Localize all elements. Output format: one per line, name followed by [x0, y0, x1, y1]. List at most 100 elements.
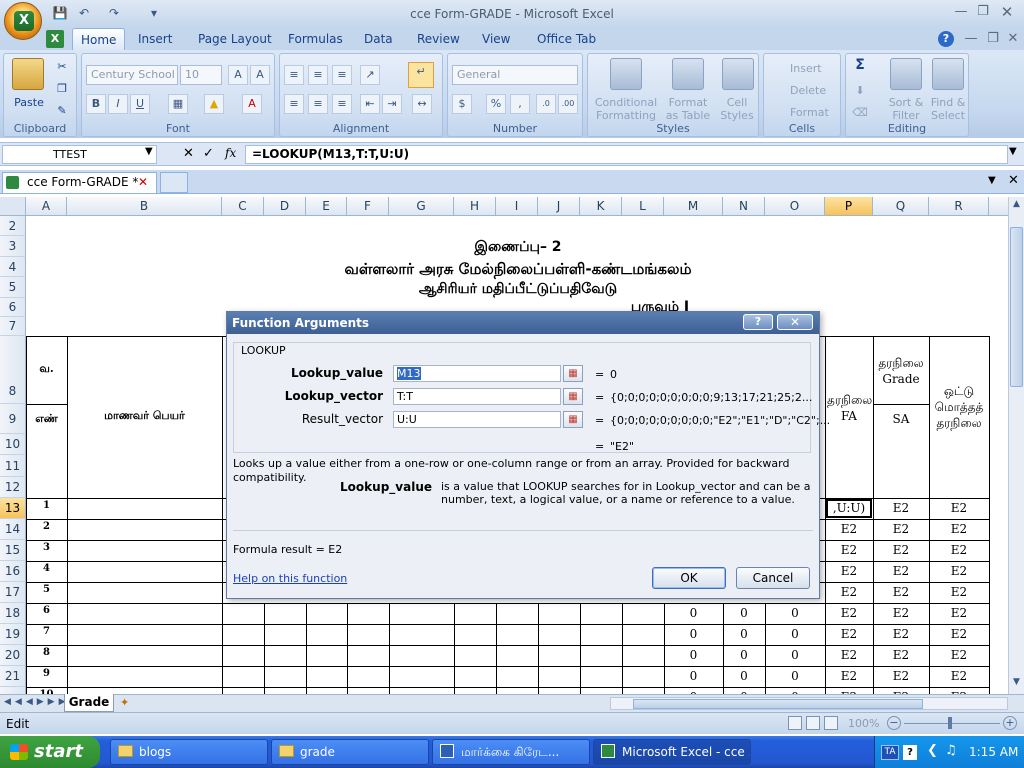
- decrease-decimal-icon[interactable]: .00: [558, 94, 578, 114]
- formula-input[interactable]: =LOOKUP(M13,T:T,U:U): [245, 145, 1008, 164]
- row-header[interactable]: 10: [0, 434, 26, 455]
- styles-label[interactable]: Styles: [714, 109, 760, 122]
- column-header[interactable]: A: [26, 197, 67, 216]
- serial-cell[interactable]: 6: [26, 605, 67, 616]
- taskbar-item-excel[interactable]: Microsoft Excel - cce ...: [593, 739, 751, 765]
- find-label[interactable]: Find &: [926, 96, 970, 109]
- column-header[interactable]: O: [765, 197, 825, 216]
- orientation-icon[interactable]: ↗: [360, 65, 380, 85]
- sa-grade-cell[interactable]: E2: [873, 501, 929, 515]
- find-select-icon[interactable]: [932, 58, 964, 90]
- total-n-cell[interactable]: 0: [723, 627, 765, 641]
- serial-cell[interactable]: 3: [26, 542, 67, 553]
- scroll-thumb[interactable]: [1010, 227, 1023, 387]
- active-cell-p13[interactable]: ,U:U): [826, 499, 872, 518]
- undo-icon[interactable]: ↶: [76, 5, 92, 21]
- number-format-select[interactable]: General: [452, 65, 578, 85]
- row-header[interactable]: 3: [0, 236, 26, 257]
- cell-styles-icon[interactable]: [722, 58, 754, 90]
- minimize-button[interactable]: —: [950, 4, 972, 20]
- serial-cell[interactable]: 1: [26, 500, 67, 511]
- taskbar-item-grade[interactable]: grade: [271, 739, 429, 765]
- column-header[interactable]: B: [67, 197, 222, 216]
- as-table-label[interactable]: as Table: [662, 109, 714, 122]
- serial-cell[interactable]: 7: [26, 626, 67, 637]
- total-m-cell[interactable]: 0: [664, 669, 723, 683]
- row-header[interactable]: 20: [0, 645, 26, 666]
- sa-grade-cell[interactable]: E2: [873, 522, 929, 536]
- total-n-cell[interactable]: 0: [723, 648, 765, 662]
- borders-icon[interactable]: ▦: [168, 94, 188, 114]
- sheet-tab-grade[interactable]: Grade: [64, 694, 114, 712]
- currency-icon[interactable]: $: [452, 94, 472, 114]
- fa-grade-cell[interactable]: E2: [825, 585, 873, 599]
- help-link[interactable]: Help on this function: [233, 572, 347, 585]
- overall-grade-cell[interactable]: E2: [929, 585, 989, 599]
- sa-grade-cell[interactable]: E2: [873, 543, 929, 557]
- row-header-selected[interactable]: 13: [0, 498, 26, 519]
- sa-grade-cell[interactable]: E2: [873, 648, 929, 662]
- overall-grade-cell[interactable]: E2: [929, 522, 989, 536]
- column-header[interactable]: I: [496, 197, 538, 216]
- restore-button[interactable]: ❐: [972, 4, 994, 20]
- sa-grade-cell[interactable]: E2: [873, 564, 929, 578]
- row-header[interactable]: 5: [0, 277, 26, 298]
- align-middle-icon[interactable]: ≡: [308, 65, 328, 85]
- paste-icon[interactable]: [12, 58, 44, 90]
- tab-home[interactable]: Home: [72, 28, 126, 50]
- total-m-cell[interactable]: 0: [664, 648, 723, 662]
- column-header[interactable]: L: [622, 197, 664, 216]
- help-icon[interactable]: ?: [938, 31, 954, 47]
- sort-label[interactable]: Sort &: [880, 96, 932, 109]
- copy-icon[interactable]: ❐: [54, 82, 70, 95]
- total-o-cell[interactable]: 0: [765, 606, 825, 620]
- name-box[interactable]: TTEST: [2, 145, 157, 164]
- cut-icon[interactable]: ✂: [54, 60, 70, 73]
- vertical-scrollbar[interactable]: ▲ ▼: [1008, 197, 1024, 694]
- overall-grade-cell[interactable]: E2: [929, 627, 989, 641]
- scroll-down-icon[interactable]: ▼: [1010, 677, 1023, 691]
- align-center-icon[interactable]: ≡: [308, 94, 328, 114]
- ok-button[interactable]: OK: [652, 567, 726, 589]
- confirm-edit-icon[interactable]: ✓: [203, 146, 214, 161]
- scroll-up-icon[interactable]: ▲: [1010, 199, 1023, 213]
- wrap-text-icon[interactable]: ↵: [408, 62, 434, 88]
- zoom-slider-thumb[interactable]: [948, 717, 952, 729]
- filter-label[interactable]: Filter: [880, 109, 932, 122]
- shrink-font-icon[interactable]: A: [250, 65, 270, 85]
- format-as-table-icon[interactable]: [672, 58, 704, 90]
- horizontal-scrollbar[interactable]: [610, 697, 1008, 710]
- column-header[interactable]: C: [222, 197, 264, 216]
- name-box-dropdown-icon[interactable]: ▼: [145, 146, 153, 157]
- range-picker-icon[interactable]: ▦: [563, 365, 583, 382]
- column-header[interactable]: D: [264, 197, 306, 216]
- serial-cell[interactable]: 9: [26, 668, 67, 679]
- tray-expand-icon[interactable]: ❮: [927, 743, 938, 758]
- cell-label[interactable]: Cell: [714, 96, 760, 109]
- autosum-icon[interactable]: Σ: [852, 58, 868, 72]
- format-as-label[interactable]: Format: [662, 96, 714, 109]
- zoom-slider[interactable]: [904, 723, 1000, 724]
- arg-input-lookup-value[interactable]: M13: [393, 365, 561, 382]
- sa-grade-cell[interactable]: E2: [873, 606, 929, 620]
- total-n-cell[interactable]: 0: [723, 606, 765, 620]
- column-header[interactable]: H: [454, 197, 496, 216]
- row-header[interactable]: 4: [0, 257, 26, 277]
- sort-filter-icon[interactable]: [890, 58, 922, 90]
- decrease-indent-icon[interactable]: ⇤: [360, 94, 380, 114]
- column-header[interactable]: R: [929, 197, 989, 216]
- row-header[interactable]: 7: [0, 317, 26, 336]
- row-header[interactable]: 16: [0, 561, 26, 582]
- font-color-icon[interactable]: A: [242, 94, 262, 114]
- comma-icon[interactable]: ,: [510, 94, 530, 114]
- fa-grade-cell[interactable]: E2: [825, 627, 873, 641]
- fill-color-icon[interactable]: ▲: [204, 94, 224, 114]
- row-border[interactable]: [26, 687, 990, 688]
- taskbar-item-word-doc[interactable]: மார்க்கை கிரேட...: [432, 739, 590, 765]
- merge-center-icon[interactable]: ↔: [412, 94, 432, 114]
- tab-page-layout[interactable]: Page Layout: [190, 28, 280, 50]
- total-m-cell[interactable]: 0: [664, 627, 723, 641]
- format-painter-icon[interactable]: ✎: [54, 104, 70, 117]
- close-tab-icon[interactable]: ✕: [138, 175, 148, 189]
- tab-formulas[interactable]: Formulas: [280, 28, 351, 50]
